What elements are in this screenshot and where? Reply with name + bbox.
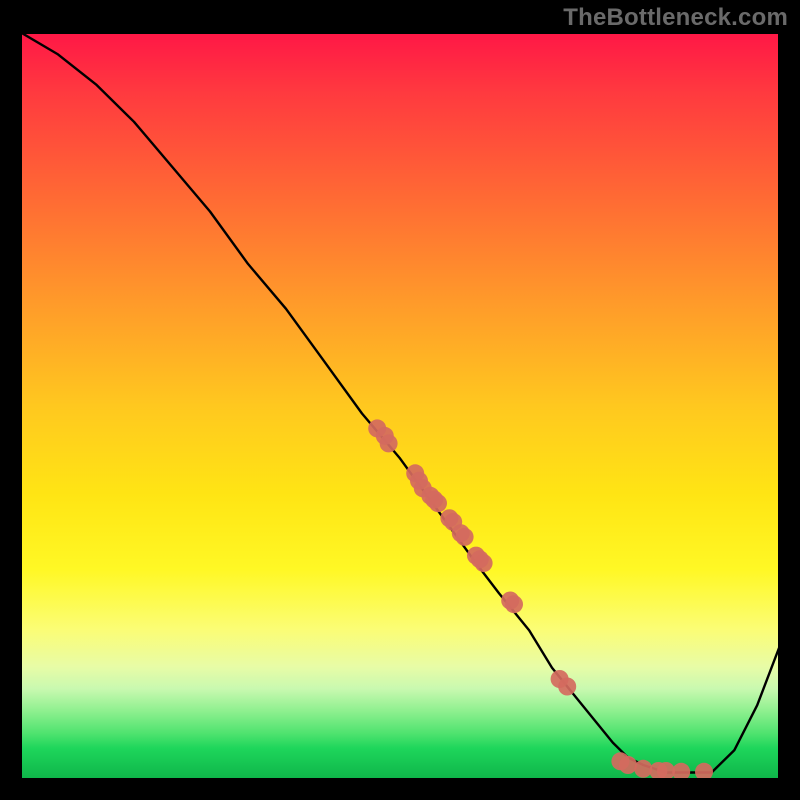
watermark-text: TheBottleneck.com [563,4,788,32]
bottleneck-curve [20,32,780,773]
measurement-points [368,419,713,780]
chart-overlay [20,32,780,780]
plot-frame [20,32,780,780]
